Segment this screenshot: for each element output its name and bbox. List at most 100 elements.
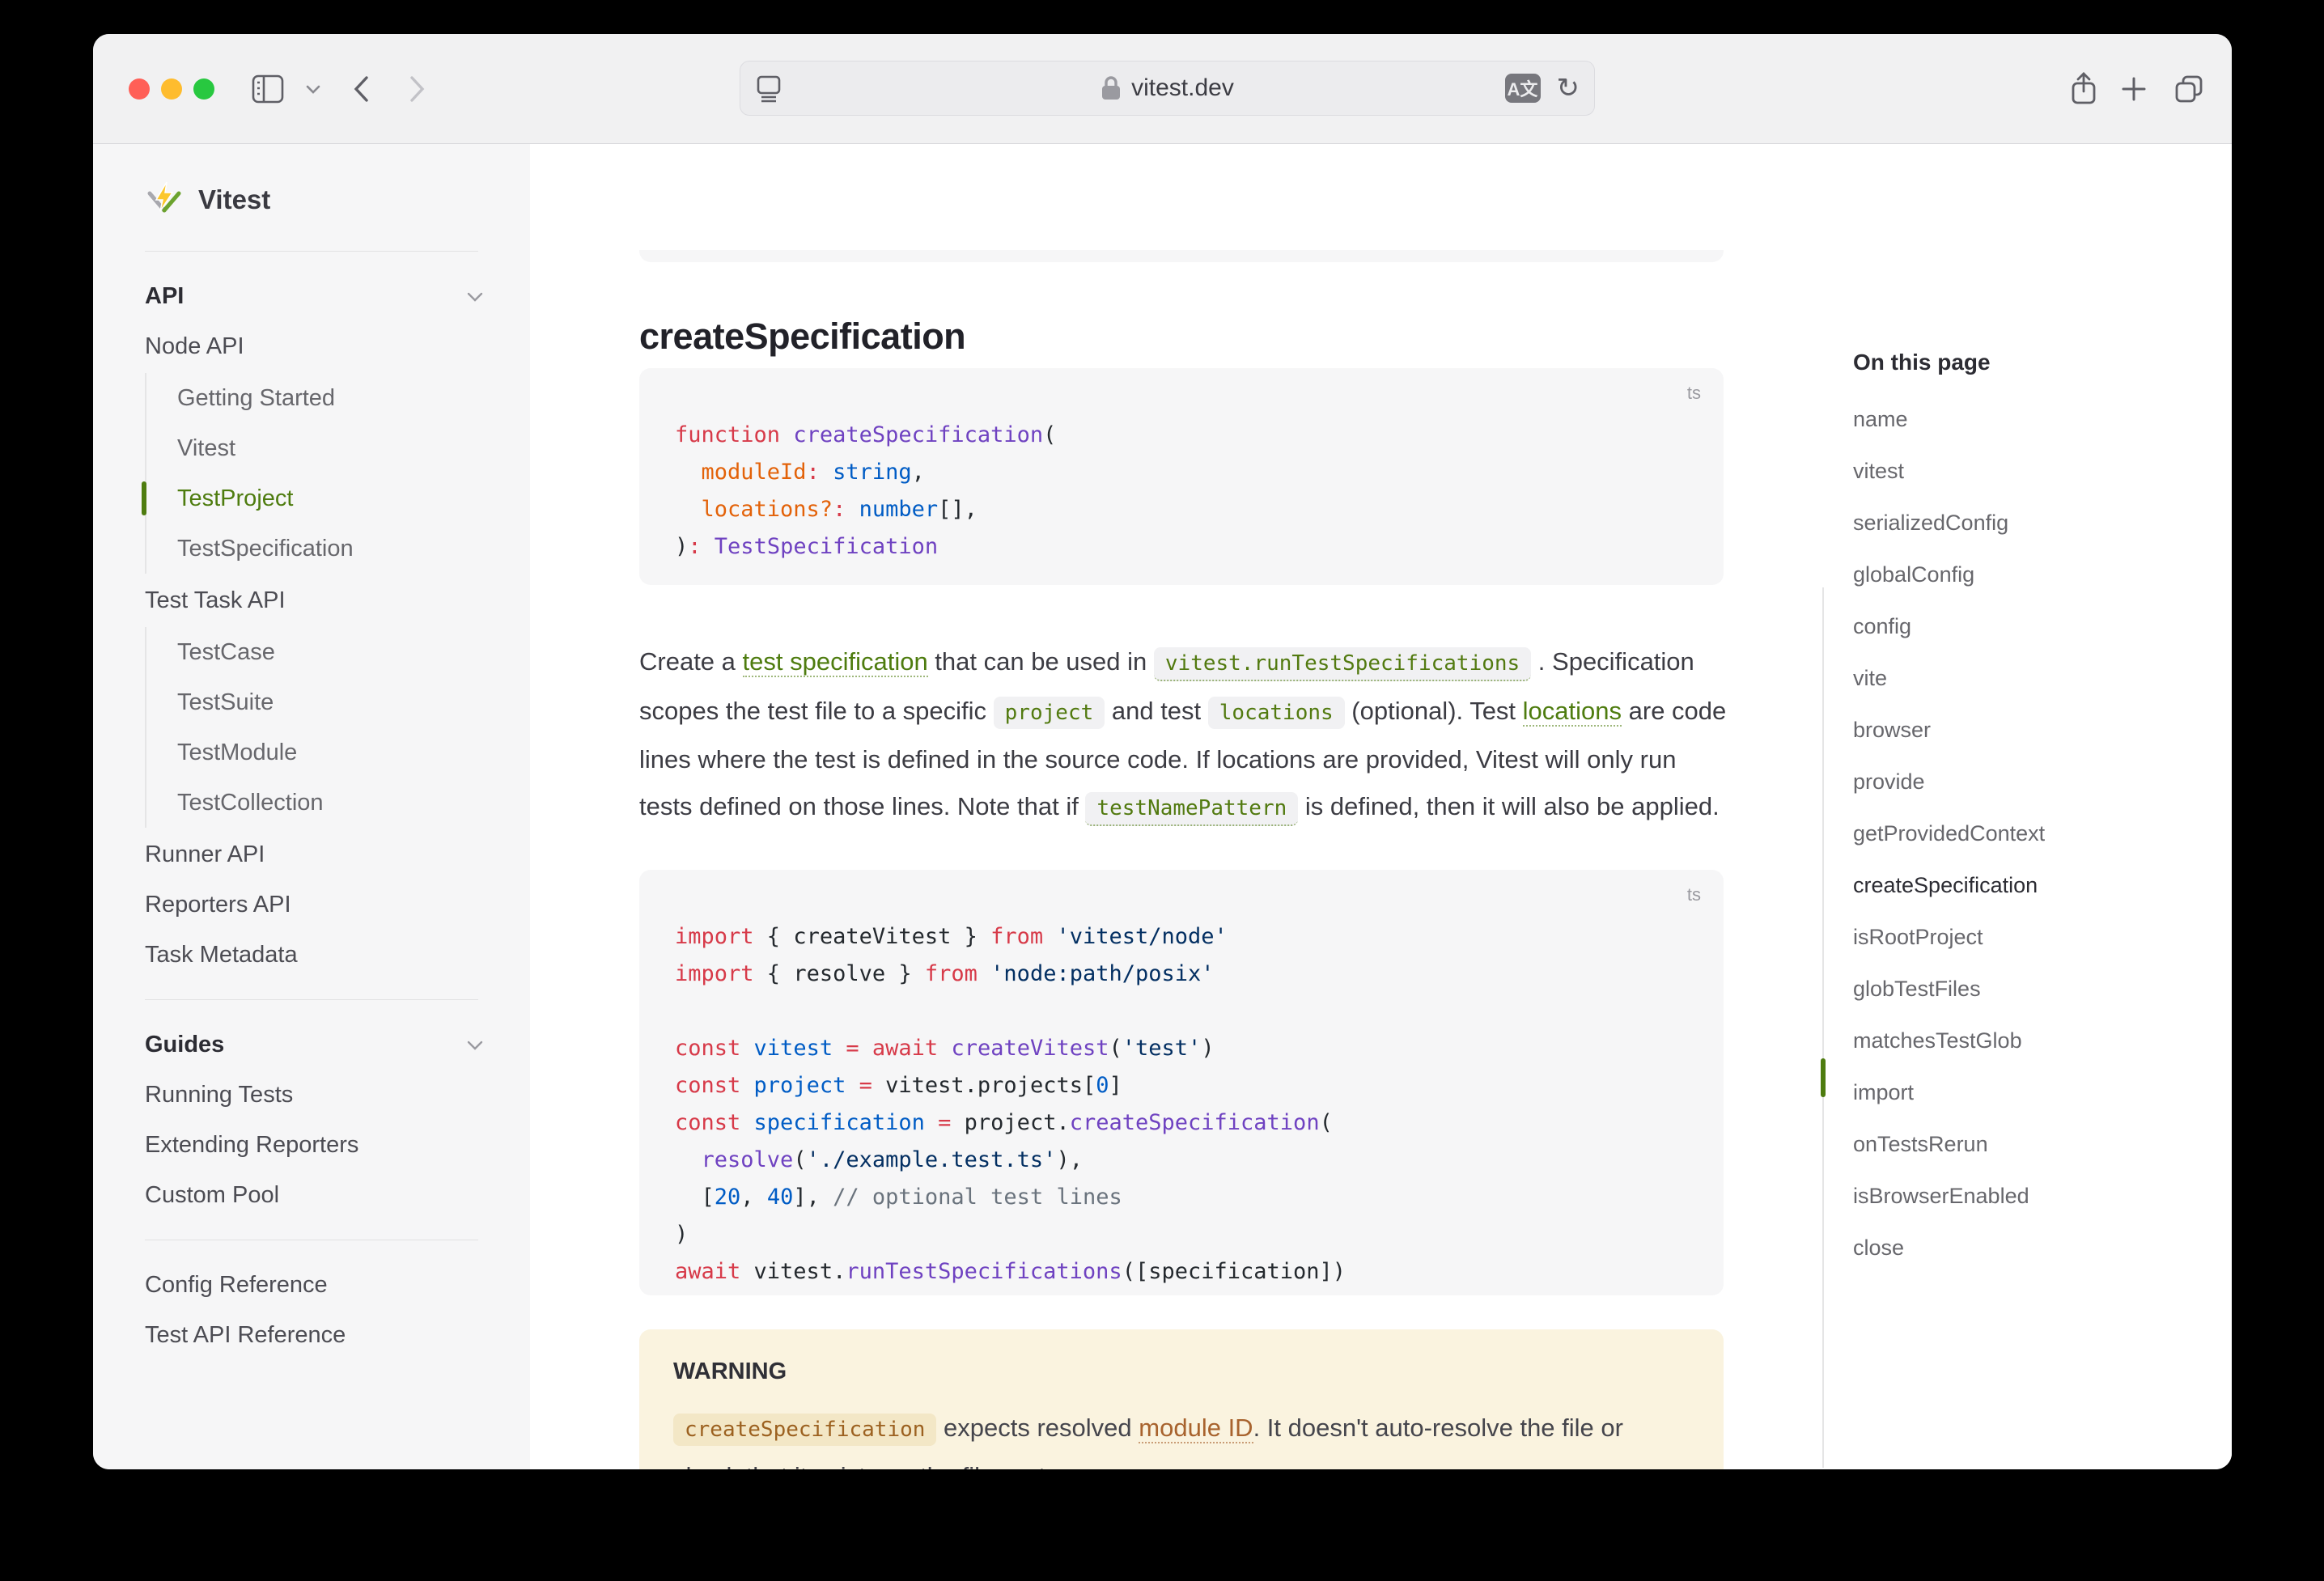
sidebar-group-api[interactable]: API <box>145 271 530 321</box>
tab-overview-icon[interactable] <box>2173 74 2204 104</box>
screenshot-stage: vitest.dev A文 ↻ <box>0 0 2324 1581</box>
body-text: Create a <box>639 647 743 676</box>
toc-item-name[interactable]: name <box>1853 393 2232 445</box>
warning-callout: WARNING createSpecification expects reso… <box>639 1329 1724 1469</box>
inline-code[interactable]: testNamePattern <box>1085 792 1298 826</box>
close-window-button[interactable] <box>129 78 150 100</box>
toc-item-getprovidedcontext[interactable]: getProvidedContext <box>1853 807 2232 859</box>
sidebar-item-reporters-api[interactable]: Reporters API <box>145 880 530 930</box>
inline-code[interactable]: vitest.runTestSpecifications <box>1154 647 1531 681</box>
code-line: const project = vitest.projects[0] <box>675 1067 1688 1104</box>
toc-item-serializedconfig[interactable]: serializedConfig <box>1853 497 2232 549</box>
address-bar[interactable]: vitest.dev A文 ↻ <box>740 61 1595 116</box>
body-text: is defined, then it will also be applied… <box>1298 792 1719 820</box>
toc-active-marker <box>1821 1058 1826 1097</box>
sidebar-item-testcase[interactable]: TestCase <box>177 627 530 677</box>
forward-button[interactable] <box>407 73 428 105</box>
sidebar-item-task-metadata[interactable]: Task Metadata <box>145 930 530 980</box>
code-line: import { resolve } from 'node:path/posix… <box>675 956 1688 993</box>
code-line: import { createVitest } from 'vitest/nod… <box>675 918 1688 956</box>
sidebar-item-testproject[interactable]: TestProject <box>177 473 530 523</box>
sidebar-item-custom-pool[interactable]: Custom Pool <box>145 1170 530 1220</box>
inline-code: createSpecification <box>673 1414 936 1446</box>
share-icon[interactable] <box>2070 72 2097 106</box>
code-line: const specification = project.createSpec… <box>675 1104 1688 1142</box>
previous-code-block-remnant <box>639 250 1724 262</box>
code-line: const vitest = await createVitest('test'… <box>675 1030 1688 1067</box>
body-text: that can be used in <box>928 647 1154 676</box>
toc-item-isrootproject[interactable]: isRootProject <box>1853 911 2232 963</box>
sidebar-item-running-tests[interactable]: Running Tests <box>145 1070 530 1120</box>
new-tab-icon[interactable] <box>2120 75 2148 103</box>
inline-link[interactable]: module ID <box>1139 1414 1253 1443</box>
sidebar-item-getting started[interactable]: Getting Started <box>177 373 530 423</box>
sidebar-nested-group: Getting StartedVitestTestProjectTestSpec… <box>145 373 530 574</box>
on-this-page-panel: On this page namevitestserializedConfigg… <box>1853 144 2232 1469</box>
minimize-window-button[interactable] <box>161 78 182 100</box>
toc-item-vite[interactable]: vite <box>1853 652 2232 704</box>
sidebar-toggle-icon[interactable] <box>252 74 284 104</box>
example-code-block: ts import { createVitest } from 'vitest/… <box>639 870 1724 1295</box>
toc-item-vitest[interactable]: vitest <box>1853 445 2232 497</box>
sidebar-divider <box>145 999 478 1000</box>
description-paragraph: Create a test specification that can be … <box>639 638 1728 832</box>
sidebar-group-label: Guides <box>145 1032 224 1058</box>
page-translate-icon[interactable]: A文 <box>1505 74 1541 103</box>
inline-link[interactable]: test specification <box>743 647 928 677</box>
toc-item-import[interactable]: import <box>1853 1066 2232 1118</box>
sidebar-item-config-reference[interactable]: Config Reference <box>145 1260 530 1310</box>
url-text: vitest.dev <box>1131 74 1234 102</box>
zoom-window-button[interactable] <box>193 78 214 100</box>
sidebar-item-testmodule[interactable]: TestModule <box>177 727 530 778</box>
code-lines: function createSpecification( moduleId: … <box>675 417 1688 566</box>
sidebar-item-testcollection[interactable]: TestCollection <box>177 778 530 828</box>
code-line: moduleId: string, <box>675 454 1688 491</box>
site-logo[interactable]: Vitest <box>145 168 530 231</box>
warning-body: createSpecification expects resolved mod… <box>673 1405 1690 1469</box>
toc-item-browser[interactable]: browser <box>1853 704 2232 756</box>
toc-item-provide[interactable]: provide <box>1853 756 2232 807</box>
sidebar-item-runner-api[interactable]: Runner API <box>145 829 530 880</box>
toc-items: namevitestserializedConfigglobalConfigco… <box>1853 393 2232 1274</box>
code-line: await vitest.runTestSpecifications([spec… <box>675 1253 1688 1291</box>
toc-item-createspecification[interactable]: createSpecification <box>1853 859 2232 911</box>
toc-item-globtestfiles[interactable]: globTestFiles <box>1853 963 2232 1015</box>
sidebar-divider <box>145 251 478 252</box>
reload-icon[interactable]: ↻ <box>1557 72 1580 104</box>
browser-toolbar: vitest.dev A文 ↻ <box>93 34 2232 144</box>
inline-code: project <box>994 697 1105 729</box>
code-line: resolve('./example.test.ts'), <box>675 1142 1688 1179</box>
body-text: expects resolved <box>936 1414 1139 1442</box>
lock-icon <box>1101 75 1122 101</box>
sidebar-item-test-api-reference[interactable]: Test API Reference <box>145 1310 530 1360</box>
toc-item-matchestestglob[interactable]: matchesTestGlob <box>1853 1015 2232 1066</box>
toc-item-ontestsrerun[interactable]: onTestsRerun <box>1853 1118 2232 1170</box>
sidebar-group-guides[interactable]: Guides <box>145 1019 530 1070</box>
code-language-badge: ts <box>1687 884 1701 905</box>
sidebar-item-testspecification[interactable]: TestSpecification <box>177 523 530 574</box>
toc-item-close[interactable]: close <box>1853 1222 2232 1274</box>
chevron-down-icon <box>467 291 483 302</box>
browser-window: vitest.dev A文 ↻ <box>93 34 2232 1469</box>
body-text: (optional). Test <box>1345 697 1523 725</box>
back-button[interactable] <box>350 73 371 105</box>
toc-item-isbrowserenabled[interactable]: isBrowserEnabled <box>1853 1170 2232 1222</box>
sidebar-sections: APINode APIGetting StartedVitestTestProj… <box>145 271 530 1360</box>
vitest-logo-icon <box>145 180 184 219</box>
sidebar-item-vitest[interactable]: Vitest <box>177 423 530 473</box>
sidebar-nested-group: TestCaseTestSuiteTestModuleTestCollectio… <box>145 627 530 828</box>
code-lines: import { createVitest } from 'vitest/nod… <box>675 918 1688 1291</box>
sidebar-item-testsuite[interactable]: TestSuite <box>177 677 530 727</box>
toc-item-config[interactable]: config <box>1853 600 2232 652</box>
toolbar-chevron-down-icon[interactable] <box>305 83 321 95</box>
sidebar-item-node-api[interactable]: Node API <box>145 321 530 371</box>
inline-link[interactable]: locations <box>1523 697 1622 727</box>
toc-title: On this page <box>1853 350 2232 375</box>
sidebar-item-extending-reporters[interactable]: Extending Reporters <box>145 1120 530 1170</box>
sidebar-item-test-task-api[interactable]: Test Task API <box>145 575 530 625</box>
code-line: locations?: number[], <box>675 491 1688 528</box>
toc-item-globalconfig[interactable]: globalConfig <box>1853 549 2232 600</box>
warning-title: WARNING <box>673 1358 1690 1385</box>
docs-sidebar: Vitest APINode APIGetting StartedVitestT… <box>93 144 530 1469</box>
body-text: and test <box>1105 697 1208 725</box>
